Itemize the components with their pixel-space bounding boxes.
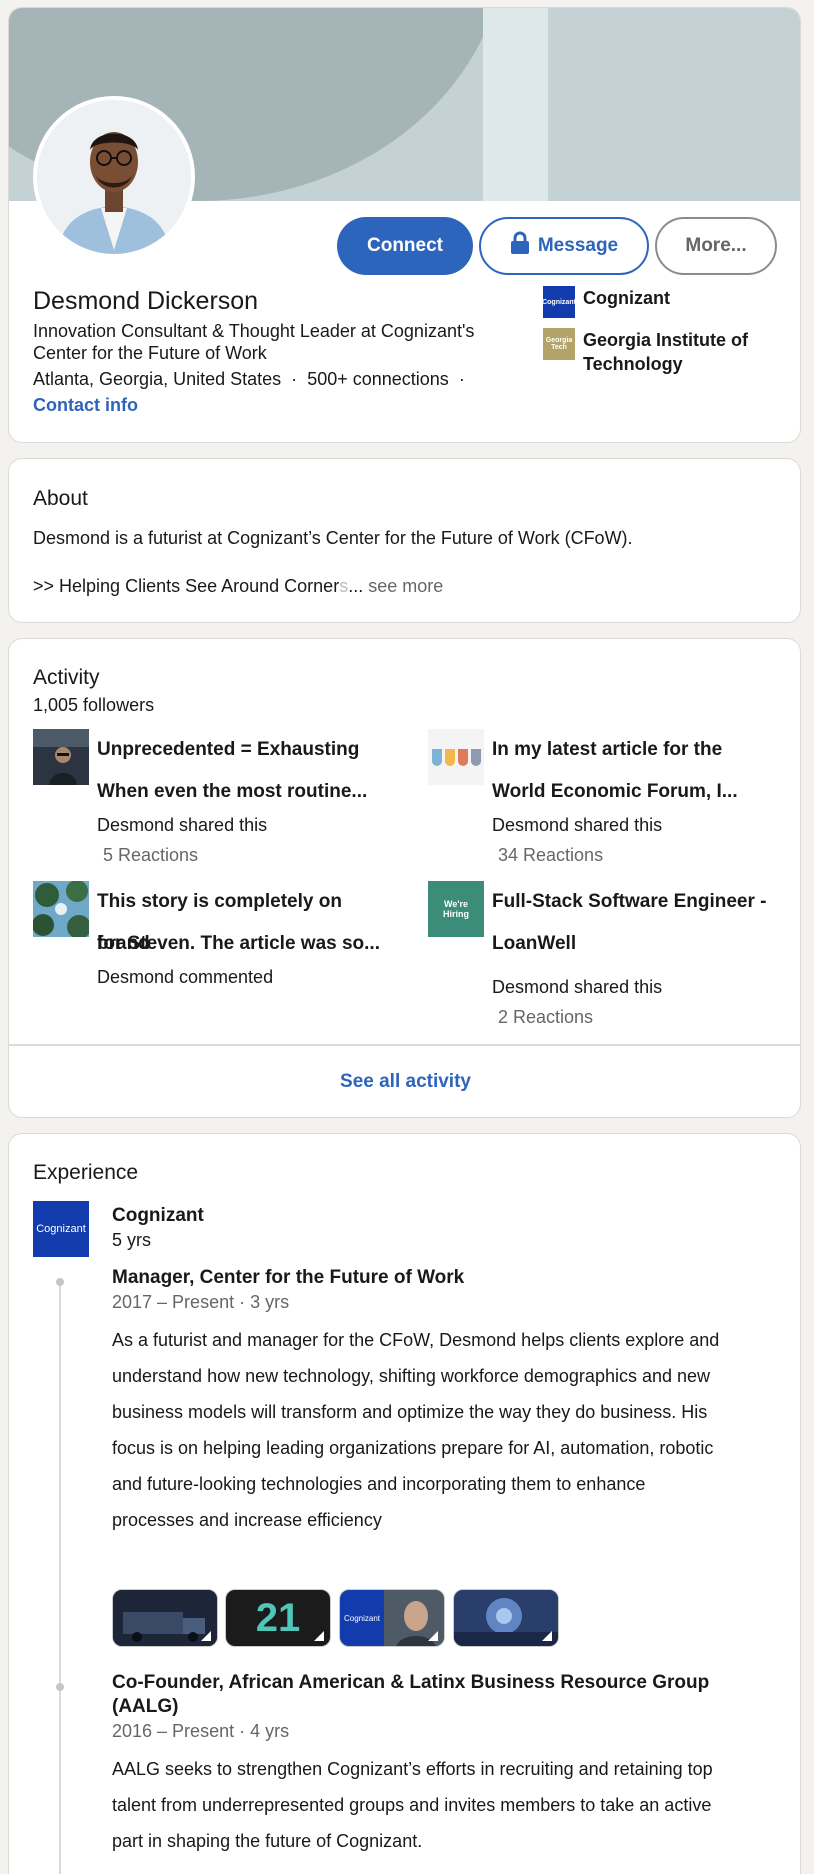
- expand-corner-icon: [542, 1631, 552, 1641]
- about-title: About: [33, 487, 88, 510]
- message-button[interactable]: Message: [479, 217, 649, 275]
- hiring-thumb-text: We're Hiring: [443, 899, 469, 919]
- post-meta: Desmond commented: [97, 967, 274, 987]
- media-label: 21: [255, 1595, 301, 1640]
- post-thumbnail: [428, 729, 484, 785]
- timeline-dot: [56, 1278, 64, 1286]
- post-title-line-1: Full-Stack Software Engineer -: [492, 891, 767, 912]
- role-dates: 2017 – Present · 3 yrs: [112, 1292, 290, 1312]
- activity-post[interactable]: We're Hiring Full-Stack Software Enginee…: [428, 881, 778, 1031]
- avatar-photo: [37, 100, 191, 254]
- connections-count[interactable]: 500+ connections: [307, 369, 449, 389]
- about-text-faded: s: [339, 576, 349, 596]
- experience-title: Experience: [33, 1161, 139, 1184]
- separator: ·: [291, 369, 298, 389]
- followers-count: 1,005 followers: [33, 695, 155, 715]
- post-title-line-2: LoanWell: [492, 933, 577, 954]
- post-title-line-2: for Steven. The article was so...: [97, 933, 380, 954]
- about-card: About Desmond is a futurist at Cognizant…: [8, 458, 801, 623]
- org-name: Cognizant: [583, 288, 670, 308]
- about-text-visible: >> Helping Clients See Around Corner: [33, 576, 340, 596]
- more-button[interactable]: More...: [655, 217, 777, 275]
- banner-stripe: [483, 8, 548, 201]
- role-description: As a futurist and manager for the CFoW, …: [112, 1330, 720, 1530]
- media-thumbnail[interactable]: [112, 1589, 218, 1647]
- lock-icon: [510, 231, 530, 261]
- message-button-label: Message: [537, 235, 619, 256]
- media-label: Cognizant: [344, 1613, 381, 1623]
- post-thumbnail: [33, 729, 89, 785]
- activity-card: Activity 1,005 followers Unprecedented =…: [8, 638, 801, 1118]
- post-thumbnail: We're Hiring: [428, 881, 484, 937]
- media-thumbnail[interactable]: [453, 1589, 559, 1647]
- profile-card: Connect Message More... Desmond Dickerso…: [8, 7, 801, 443]
- profile-location-line: Atlanta, Georgia, United States · 500+ c…: [33, 369, 465, 390]
- media-thumbnail[interactable]: Cognizant: [339, 1589, 445, 1647]
- post-title-line-2: When even the most routine...: [97, 781, 368, 802]
- org-name: Georgia Institute of Technology: [583, 330, 749, 374]
- profile-headline: Innovation Consultant & Thought Leader a…: [33, 321, 475, 363]
- post-reactions[interactable]: 2 Reactions: [498, 1007, 593, 1028]
- post-meta: Desmond shared this: [492, 977, 663, 997]
- see-all-activity-link[interactable]: See all activity: [9, 1071, 800, 1093]
- company-duration: 5 yrs: [112, 1230, 152, 1250]
- post-title-line-1: In my latest article for the: [492, 739, 723, 760]
- role-title: Manager, Center for the Future of Work: [112, 1267, 465, 1288]
- about-line-1: Desmond is a futurist at Cognizant’s Cen…: [33, 528, 633, 548]
- more-button-label: More...: [685, 235, 747, 256]
- media-thumbnail[interactable]: 21: [225, 1589, 331, 1647]
- org-cognizant[interactable]: Cognizant Cognizant: [542, 286, 773, 318]
- company-name[interactable]: Cognizant: [112, 1205, 204, 1227]
- activity-post[interactable]: In my latest article for the World Econo…: [428, 729, 778, 869]
- post-title-line-2: World Economic Forum, I...: [492, 781, 738, 802]
- experience-timeline: [59, 1284, 61, 1874]
- see-more-link[interactable]: see more: [368, 576, 443, 596]
- georgia-tech-logo: Georgia Tech: [543, 328, 575, 360]
- profile-name: Desmond Dickerson: [33, 287, 259, 315]
- experience-card: Experience Cognizant Cognizant 5 yrs Man…: [8, 1133, 801, 1874]
- about-ellipsis: ...: [348, 576, 364, 596]
- activity-post[interactable]: This story is completely on brand for St…: [33, 881, 383, 991]
- cognizant-company-logo[interactable]: Cognizant: [33, 1201, 89, 1257]
- post-meta: Desmond shared this: [492, 815, 663, 835]
- expand-corner-icon: [201, 1631, 211, 1641]
- connect-button[interactable]: Connect: [337, 217, 473, 275]
- separator: ·: [458, 369, 465, 389]
- org-georgia-tech[interactable]: Georgia Tech Georgia Institute of Techno…: [543, 328, 773, 376]
- activity-title: Activity: [33, 666, 100, 689]
- profile-avatar[interactable]: [33, 96, 195, 258]
- post-reactions[interactable]: 34 Reactions: [498, 845, 603, 866]
- cognizant-logo: Cognizant: [542, 286, 576, 318]
- role-dates: 2016 – Present · 4 yrs: [112, 1721, 290, 1741]
- role-description: AALG seeks to strengthen Cognizant’s eff…: [112, 1759, 713, 1851]
- activity-divider: [9, 1044, 800, 1046]
- post-reactions[interactable]: 5 Reactions: [103, 845, 198, 866]
- expand-corner-icon: [314, 1631, 324, 1641]
- timeline-dot: [56, 1683, 64, 1691]
- about-line-2: >> Helping Clients See Around Corners...…: [33, 576, 443, 597]
- activity-post[interactable]: Unprecedented = Exhausting When even the…: [33, 729, 383, 869]
- post-thumbnail: [33, 881, 89, 937]
- contact-info-link[interactable]: Contact info: [33, 395, 138, 416]
- expand-corner-icon: [428, 1631, 438, 1641]
- post-title-line-1: Unprecedented = Exhausting: [97, 739, 360, 760]
- connect-button-label: Connect: [367, 235, 443, 256]
- profile-location: Atlanta, Georgia, United States: [33, 369, 282, 389]
- post-meta: Desmond shared this: [97, 815, 268, 835]
- role-title: Co-Founder, African American & Latinx Bu…: [112, 1672, 710, 1717]
